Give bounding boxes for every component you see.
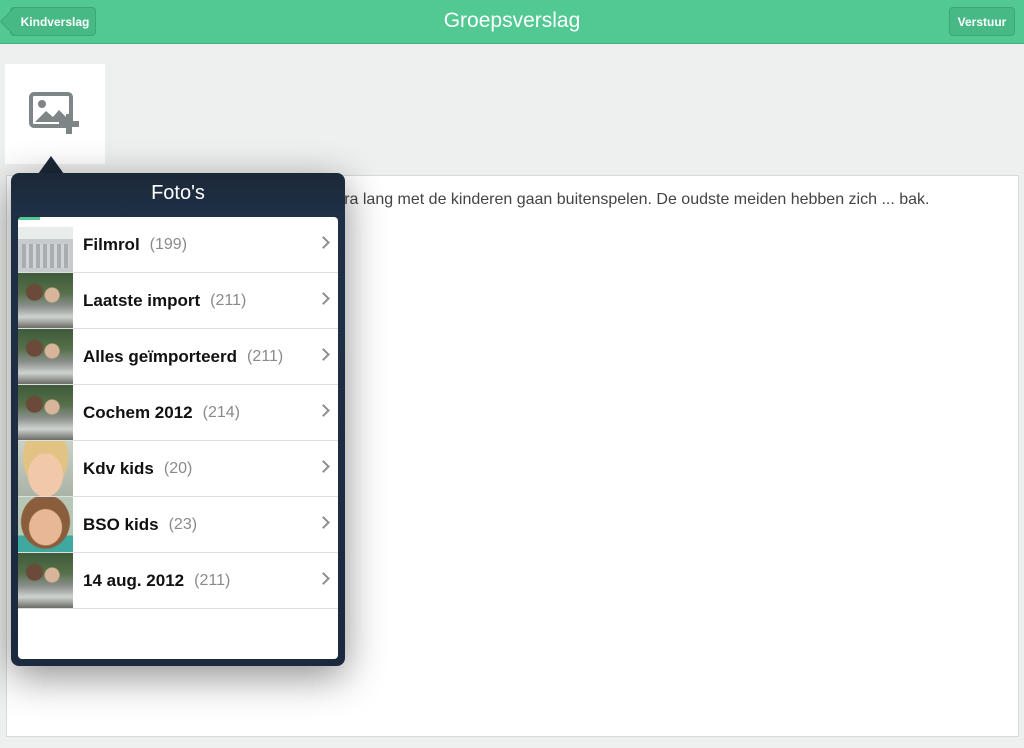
album-thumbnail [18,497,73,552]
album-count: (199) [149,235,188,253]
album-row[interactable]: Filmrol (199) [18,217,338,273]
album-name: Cochem 2012 [83,402,193,422]
photos-popover: Foto's Filmrol (199) Laatste import (211) Al… [11,173,345,666]
album-thumbnail [18,441,73,496]
album-thumbnail [18,273,73,328]
chevron-right-icon [317,572,330,585]
add-photo-button[interactable] [5,64,105,164]
album-count: (214) [202,403,240,421]
back-button-label: Kindverslag [20,14,90,29]
album-name: Filmrol [83,234,140,254]
album-count: (20) [163,459,193,477]
album-name: BSO kids [83,514,159,534]
album-row[interactable]: Alles geïmporteerd (211) [18,329,338,385]
album-thumbnail [18,385,73,440]
navigation-bar: Kindverslag Groepsverslag Verstuur [0,0,1024,44]
album-row[interactable]: Laatste import (211) [18,273,338,329]
add-photo-icon [29,92,79,134]
album-count: (211) [194,571,231,589]
album-row[interactable]: BSO kids (23) [18,497,338,553]
album-thumbnail [18,217,73,272]
album-name: Laatste import [83,290,201,310]
album-row[interactable]: Kdv kids (20) [18,441,338,497]
album-name: 14 aug. 2012 [83,570,185,590]
chevron-right-icon [317,348,330,361]
send-button[interactable]: Verstuur [949,7,1015,36]
chevron-right-icon [317,292,330,305]
chevron-right-icon [317,460,330,473]
album-list: Filmrol (199) Laatste import (211) Alles geï… [18,217,338,659]
album-count: (211) [247,347,284,365]
album-thumbnail [18,553,73,608]
popover-title: Foto's [151,182,205,204]
chevron-right-icon [317,404,330,417]
album-row[interactable]: Cochem 2012 (214) [18,385,338,441]
album-name: Alles geïmporteerd [83,346,237,366]
chevron-right-icon [317,516,330,529]
page-title: Groepsverslag [443,9,581,32]
album-name: Kdv kids [83,458,154,478]
album-count: (211) [210,291,247,309]
album-thumbnail [18,329,73,384]
album-count: (23) [168,515,198,533]
chevron-right-icon [317,236,330,249]
album-row[interactable]: 14 aug. 2012 (211) [18,553,338,609]
popover-arrow [38,156,64,174]
